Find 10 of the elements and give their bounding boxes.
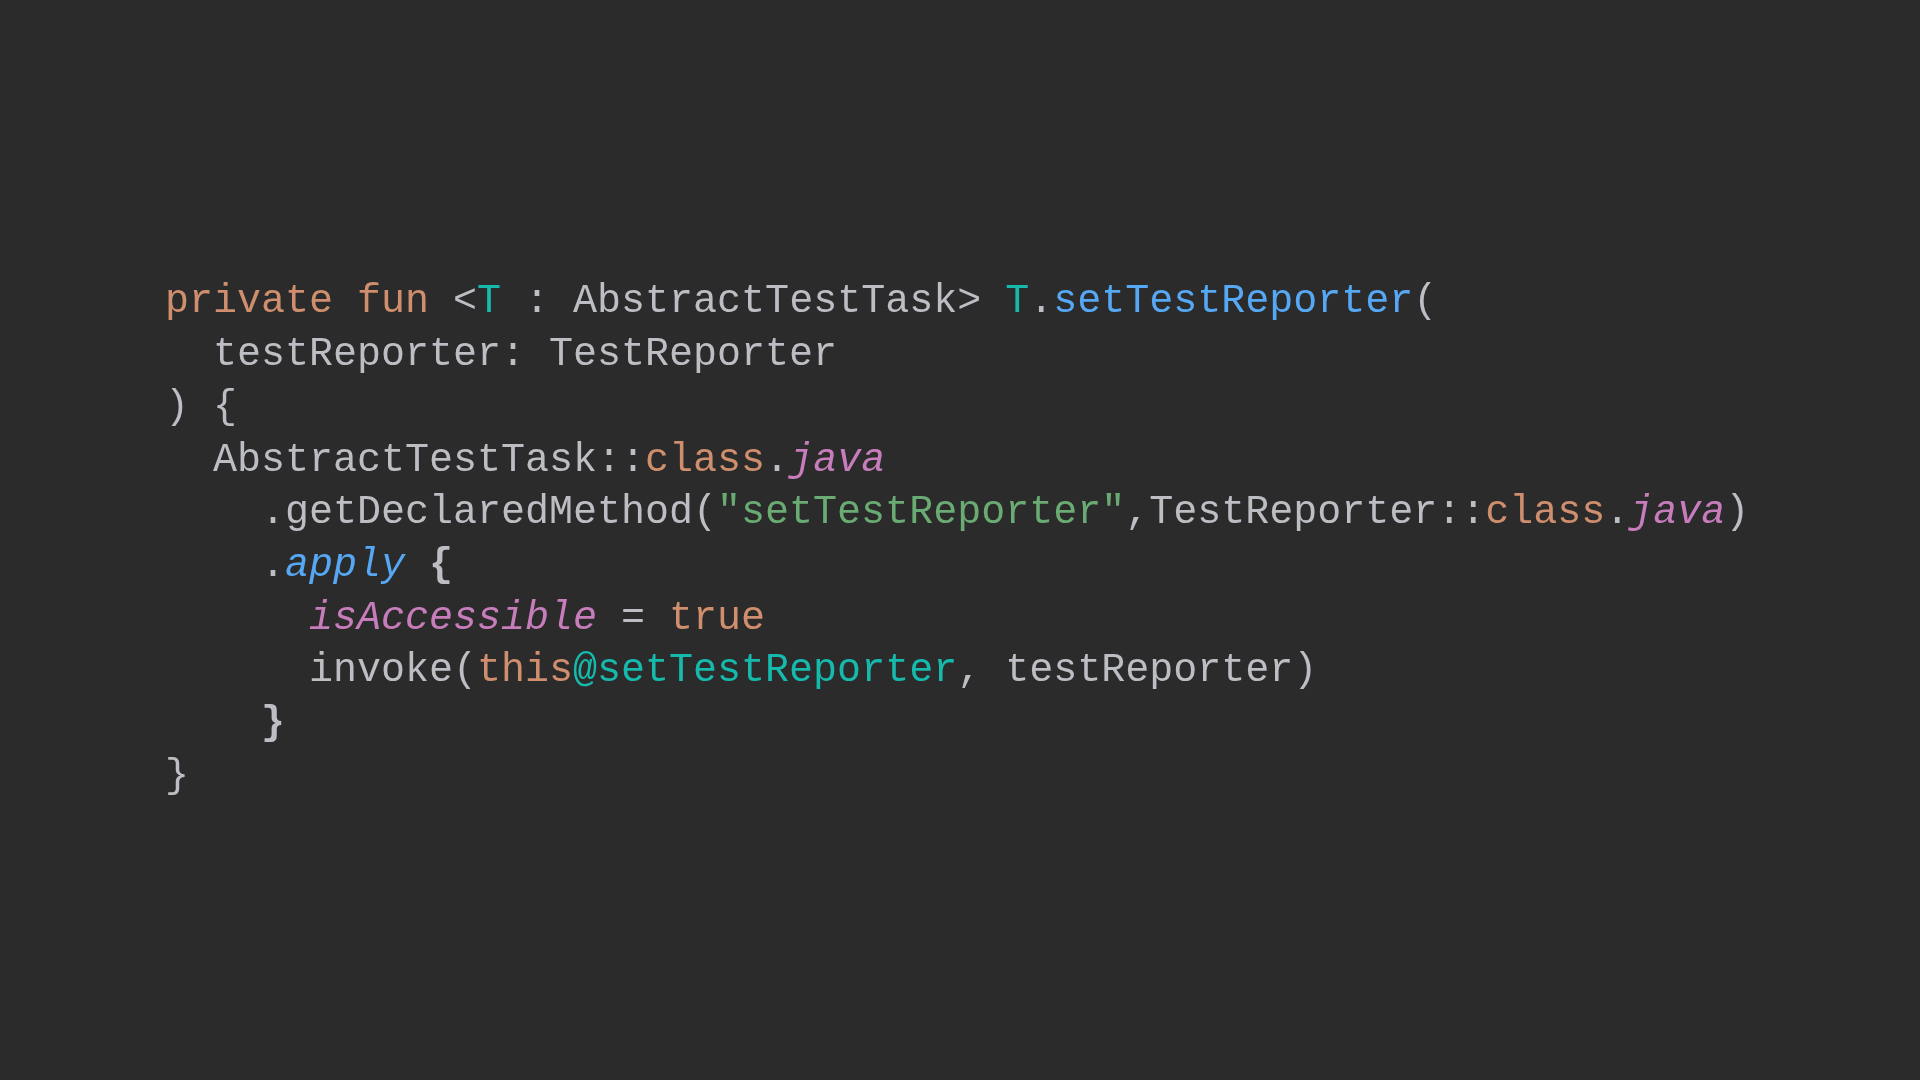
code-line: .apply { (260, 542, 454, 590)
code-line: isAccessible = true (308, 594, 766, 643)
code-line: .getDeclaredMethod("setTestReporter",TestReporter::class.java) (260, 489, 1750, 538)
code-line: testReporter: TestReporter (212, 331, 838, 380)
code-line: ) { (165, 383, 237, 432)
code-line: invoke(this@setTestReporter, testReporter) (308, 647, 1318, 696)
code-line: private fun <T : AbstractTestTask> T.setTestReporter( (165, 278, 1438, 327)
code-line: AbstractTestTask::class.java (212, 436, 886, 485)
code-line: } (260, 700, 286, 749)
code-line: } (165, 752, 189, 801)
